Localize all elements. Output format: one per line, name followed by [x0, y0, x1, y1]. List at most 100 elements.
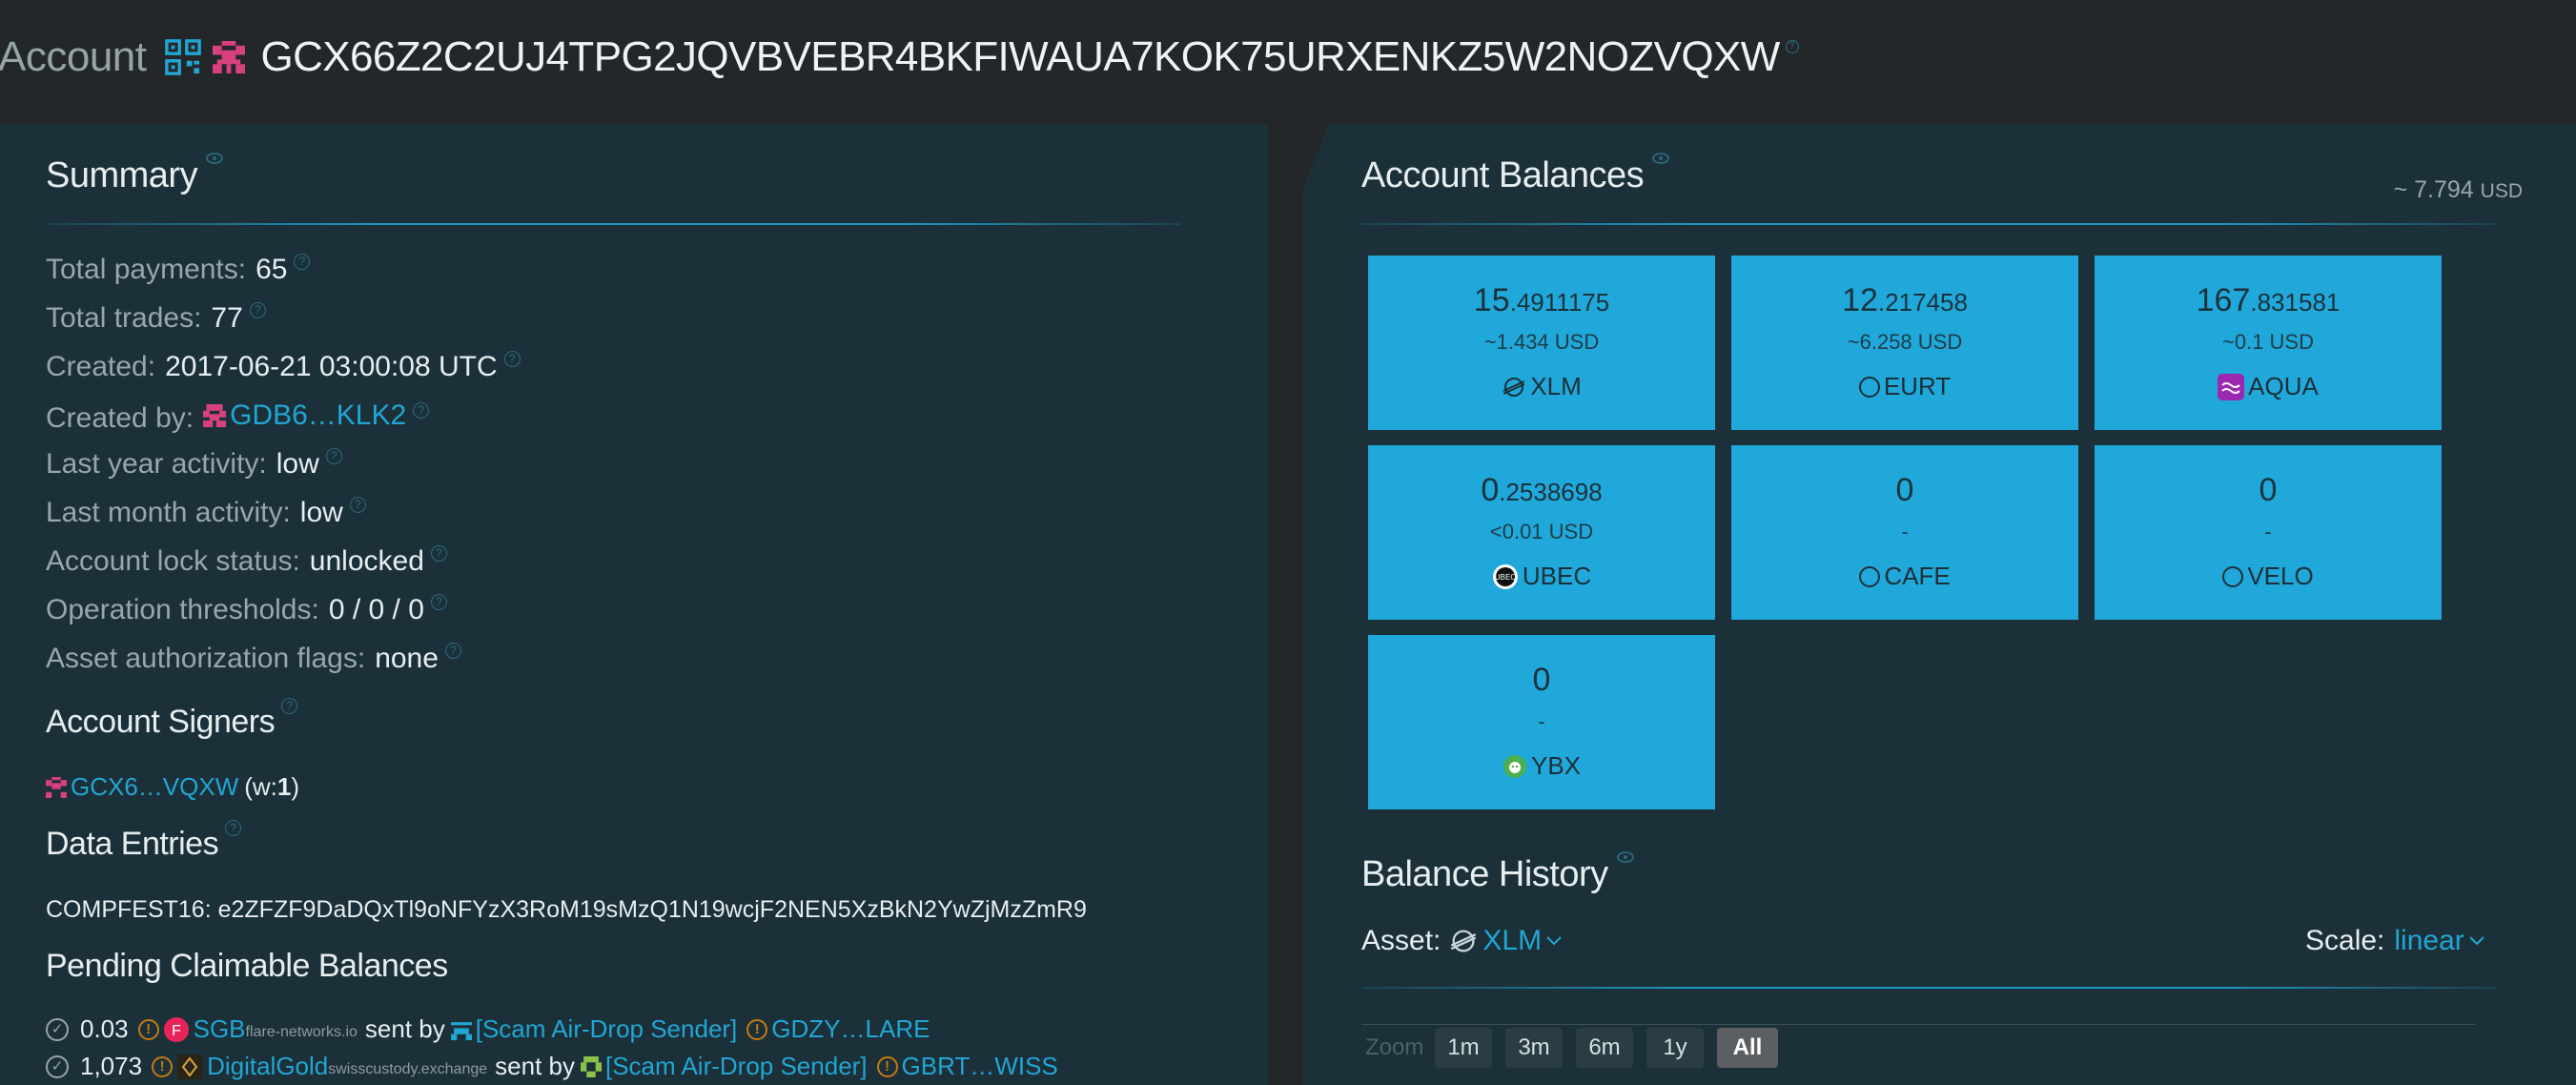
claimable-asset[interactable]: SGB [194, 1014, 246, 1044]
scale-dropdown[interactable]: linear [2394, 925, 2484, 957]
signer-address[interactable]: GCX6…VQXW [71, 772, 238, 802]
account-identicon-icon [213, 41, 246, 73]
balance-history-title: Balance History [1361, 854, 1608, 894]
last-month-activity-label: Last month activity: [46, 497, 291, 528]
check-circle-icon[interactable]: ✓ [46, 1054, 69, 1078]
eye-icon[interactable] [1651, 152, 1670, 165]
ring-icon [1858, 376, 1880, 398]
check-circle-icon[interactable]: ✓ [46, 1017, 69, 1041]
last-year-activity-value: low [276, 448, 319, 480]
claimable-amount: 0.03 [80, 1014, 129, 1043]
zoom-button-1m[interactable]: 1m [1435, 1028, 1492, 1068]
balance-tile-xlm[interactable]: 15.4911175 ~1.434 USD XLM [1368, 256, 1715, 430]
account-label: Account [0, 33, 147, 80]
data-entries-title: Data Entries [46, 826, 219, 862]
scam-sender-link[interactable]: [Scam Air-Drop Sender] [476, 1014, 738, 1044]
balance-usd: - [1901, 520, 1909, 543]
ring-icon [1859, 565, 1881, 587]
aqua-icon [2218, 373, 2245, 400]
help-icon[interactable]: ? [430, 594, 447, 610]
sent-by-label: sent by [364, 1014, 445, 1043]
warning-icon: ! [876, 1055, 898, 1077]
claimable-title: Pending Claimable Balances [46, 948, 448, 984]
help-icon[interactable]: ? [281, 698, 298, 714]
asset-dropdown[interactable]: XLM [1448, 925, 1563, 957]
asset-auth-flags-value: none [375, 643, 439, 674]
operation-thresholds-label: Operation thresholds: [46, 594, 319, 625]
balance-usd: - [2264, 520, 2272, 543]
total-balance-usd: ~ 7.794 USD [2393, 176, 2523, 203]
total-payments-value: 65 [256, 254, 288, 285]
total-trades-row: Total trades: 77 ? [46, 302, 266, 335]
created-row: Created: 2017-06-21 03:00:08 UTC ? [46, 351, 521, 383]
svg-text:UBEC: UBEC [1495, 573, 1516, 582]
ring-icon [2222, 565, 2244, 587]
eye-icon[interactable] [1616, 850, 1635, 864]
balance-asset: YBX [1368, 751, 1715, 781]
account-lock-status-value: unlocked [309, 545, 424, 577]
claimable-domain: swisscustody.exchange [328, 1060, 488, 1077]
claimable-row: ✓ 0.03 ! F SGB flare-networks.io sent by… [46, 1014, 930, 1044]
help-icon[interactable]: ? [349, 497, 366, 513]
ybx-icon [1503, 754, 1526, 778]
help-icon[interactable]: ? [430, 545, 447, 562]
zoom-button-all[interactable]: All [1717, 1028, 1778, 1068]
qr-code-icon[interactable] [165, 39, 202, 75]
asset-auth-flags-row: Asset authorization flags: none ? [46, 643, 461, 675]
zoom-button-1y[interactable]: 1y [1646, 1028, 1704, 1068]
claimable-asset[interactable]: DigitalGold [207, 1052, 328, 1081]
help-icon[interactable]: ? [294, 254, 311, 270]
summary-divider [46, 223, 1180, 225]
help-icon[interactable]: ? [413, 402, 430, 419]
stellar-icon [1503, 377, 1525, 397]
created-value: 2017-06-21 03:00:08 UTC [165, 351, 498, 382]
signers-header: Account Signers ? [46, 698, 298, 741]
scam-sender-link[interactable]: [Scam Air-Drop Sender] [605, 1052, 868, 1081]
help-icon[interactable]: ? [249, 302, 266, 318]
sgb-asset-icon: F [163, 1016, 189, 1042]
total-trades-value: 77 [211, 302, 243, 334]
balance-amount: 15.4911175 [1473, 282, 1610, 318]
created-by-address[interactable]: GDB6…KLK2 [230, 399, 406, 432]
balance-usd: <0.01 USD [1489, 520, 1594, 543]
last-month-activity-value: low [299, 497, 343, 528]
warning-icon: ! [152, 1055, 174, 1077]
operation-thresholds-row: Operation thresholds: 0 / 0 / 0 ? [46, 594, 447, 626]
zoom-button-3m[interactable]: 3m [1505, 1028, 1563, 1068]
warning-icon: ! [746, 1018, 768, 1040]
balance-history-header: Balance History [1361, 851, 1635, 895]
balance-tile-ybx[interactable]: 0 - YBX [1368, 635, 1715, 809]
balance-tile-velo[interactable]: 0 - VELO [2095, 445, 2442, 620]
balance-usd: ~6.258 USD [1847, 330, 1963, 354]
last-month-activity-row: Last month activity: low ? [46, 497, 366, 529]
balance-amount: 0.2538698 [1481, 472, 1603, 508]
balance-tile-aqua[interactable]: 167.831581 ~0.1 USD AQUA [2095, 256, 2442, 430]
balance-amount: 0 [1532, 662, 1551, 698]
stellar-icon [1451, 930, 1477, 952]
created-by-link[interactable]: GDB6…KLK2 [203, 399, 406, 432]
balance-tile-eurt[interactable]: 12.217458 ~6.258 USD EURT [1731, 256, 2078, 430]
help-icon[interactable]: ? [225, 820, 242, 836]
sender-address[interactable]: GDZY…LARE [771, 1014, 930, 1044]
svg-text:F: F [172, 1023, 181, 1039]
account-title: Account GCX66Z2C2UJ4TPG2JQVBVEBR4BKFIWAU… [0, 29, 1799, 86]
eye-icon[interactable] [205, 152, 224, 165]
last-year-activity-label: Last year activity: [46, 448, 267, 480]
digitalgold-asset-icon [177, 1054, 203, 1079]
created-by-row: Created by: GDB6…KLK2 ? [46, 399, 430, 435]
help-icon[interactable]: ? [444, 643, 461, 659]
balance-tile-ubec[interactable]: 0.2538698 <0.01 USD UBEC UBEC [1368, 445, 1715, 620]
zoom-button-6m[interactable]: 6m [1576, 1028, 1633, 1068]
sender-address[interactable]: GBRT…WISS [902, 1052, 1058, 1081]
claimable-row: ✓ 1,073 ! DigitalGold swisscustody.excha… [46, 1052, 1058, 1081]
created-label: Created: [46, 351, 156, 382]
help-icon[interactable]: ? [503, 351, 521, 367]
ubec-icon: UBEC [1492, 563, 1518, 589]
help-icon[interactable]: ? [325, 448, 342, 464]
help-icon[interactable]: ? [1785, 40, 1799, 53]
account-address[interactable]: GCX66Z2C2UJ4TPG2JQVBVEBR4BKFIWAUA7KOK75U… [260, 33, 1780, 81]
claimable-domain: flare-networks.io [245, 1023, 358, 1040]
creator-identicon-icon [203, 404, 227, 427]
balance-tile-cafe[interactable]: 0 - CAFE [1731, 445, 2078, 620]
account-lock-status-label: Account lock status: [46, 545, 300, 577]
